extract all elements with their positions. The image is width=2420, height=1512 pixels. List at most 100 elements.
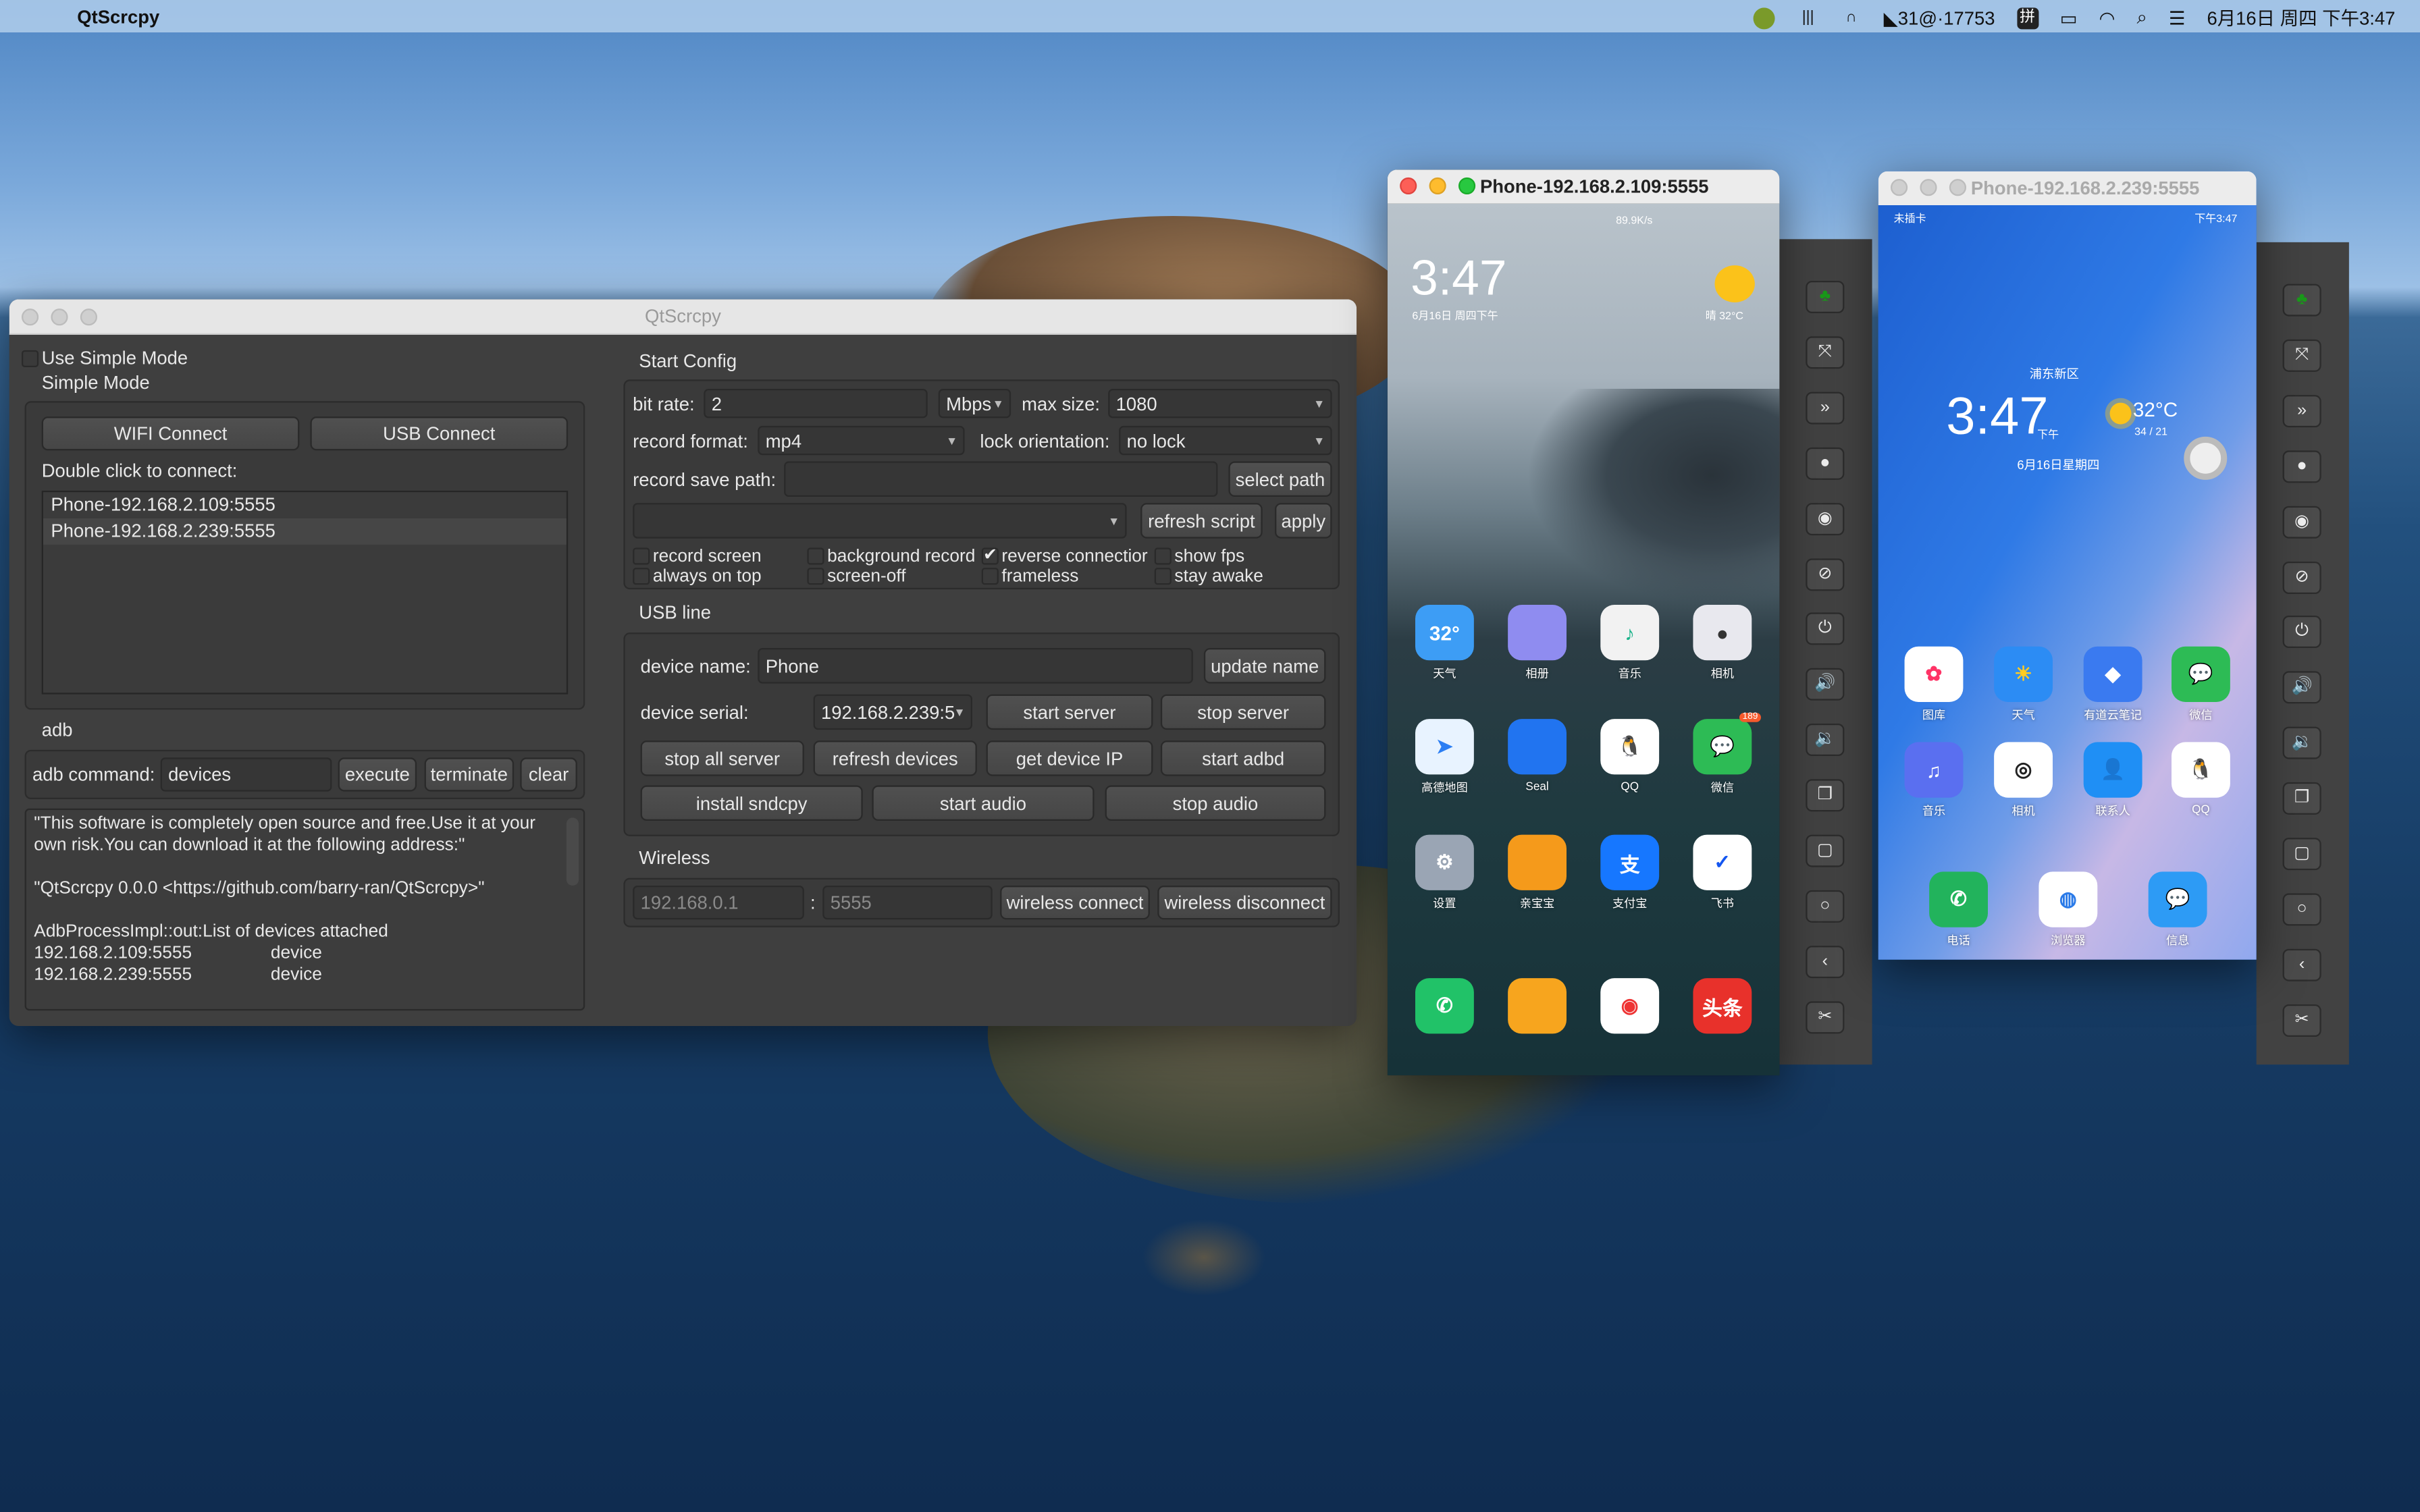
app-icon-相册[interactable]: 相册 <box>1508 604 1567 682</box>
app-icon-音乐[interactable]: ♪ 音乐 <box>1600 604 1660 682</box>
option-checkbox[interactable] <box>633 568 650 585</box>
wireless-port-input[interactable]: 5555 <box>822 885 993 920</box>
screenshot-button[interactable]: ✂ <box>1806 1000 1845 1033</box>
app-icon-支付宝[interactable]: 支支付宝 <box>1600 834 1660 912</box>
app-icon-天气[interactable]: 32° 天气 <box>1415 604 1474 682</box>
start-audio-button[interactable]: start audio <box>872 785 1095 821</box>
record-format-select[interactable]: mp4 <box>758 425 965 456</box>
wireless-disconnect-button[interactable]: wireless disconnect <box>1157 885 1332 920</box>
menubar-app-name[interactable]: QtScrcpy <box>77 6 159 28</box>
lock-orientation-select[interactable]: no lock <box>1119 425 1332 456</box>
stop-all-server-button[interactable]: stop all server <box>640 740 804 776</box>
log-scrollbar[interactable] <box>566 817 579 886</box>
spotlight-search-icon[interactable]: ⌕ <box>2136 6 2147 29</box>
phone1-titlebar[interactable]: Phone-192.168.2.109:5555 <box>1387 169 1780 204</box>
option-checkbox[interactable] <box>981 568 999 585</box>
android-icon[interactable] <box>1754 7 1776 29</box>
app-icon-天气[interactable]: ☀ 天气 <box>1994 646 2053 724</box>
get-device-ip-button[interactable]: get device IP <box>986 740 1153 776</box>
option-checkbox[interactable] <box>807 568 824 585</box>
record-save-path-input[interactable] <box>784 461 1218 497</box>
home-button[interactable]: ○ <box>2282 893 2321 926</box>
headphones-icon[interactable]: ∩ <box>1841 7 1862 28</box>
app-icon-微信[interactable]: 💬 微信 <box>2171 646 2230 724</box>
wireless-ip-input[interactable]: 192.168.0.1 <box>633 885 804 920</box>
zoom-button[interactable] <box>1458 177 1476 194</box>
terminate-button[interactable]: terminate <box>424 757 515 792</box>
app-icon-QQ[interactable]: 🐧 QQ <box>2171 742 2230 816</box>
keymap-button[interactable]: ♣ <box>1806 280 1845 313</box>
expand-notification-button[interactable]: » <box>1806 392 1845 425</box>
bit-rate-input[interactable]: 2 <box>704 388 928 418</box>
tray-network-text[interactable]: ◣31@·17753 <box>1884 7 1995 28</box>
audio-bars-icon[interactable]: ||| <box>1797 7 1819 28</box>
app-switch-button[interactable]: ❐ <box>2282 782 2321 815</box>
screenshot-button[interactable]: ✂ <box>2282 1004 2321 1037</box>
app-icon-音乐[interactable]: ♫ 音乐 <box>1904 742 1964 819</box>
menubar-clock[interactable]: 6月16日 周四 下午3:47 <box>2207 5 2395 31</box>
app-icon-电话[interactable]: ✆ 电话 <box>1929 871 1988 948</box>
phone2-screen[interactable]: 未插卡 下午3:47 浦东新区 3:47 下午 32°C 34 / 21 6月1… <box>1878 205 2257 960</box>
phone2-titlebar[interactable]: Phone-192.168.2.239:5555 <box>1878 171 2257 205</box>
start-server-button[interactable]: start server <box>986 694 1153 730</box>
app-icon-浏览器[interactable]: ◍ 浏览器 <box>2038 871 2098 948</box>
app-icon-Seal[interactable]: Seal <box>1508 719 1567 793</box>
adb-command-input[interactable]: devices <box>160 757 332 792</box>
app-icon-相机[interactable]: ● 相机 <box>1693 604 1752 682</box>
stop-audio-button[interactable]: stop audio <box>1105 785 1326 821</box>
keymap-button[interactable]: ♣ <box>2282 284 2321 317</box>
script-select[interactable] <box>633 503 1127 539</box>
execute-button[interactable]: execute <box>338 757 417 792</box>
app-icon-信息[interactable]: 💬 信息 <box>2148 871 2207 948</box>
stop-server-button[interactable]: stop server <box>1160 694 1326 730</box>
app-icon-dock-1[interactable] <box>1508 978 1567 1034</box>
use-simple-mode-checkbox[interactable] <box>21 350 39 367</box>
device-list[interactable]: Phone-192.168.2.109:5555 Phone-192.168.2… <box>41 490 569 695</box>
usb-connect-button[interactable]: USB Connect <box>310 416 569 451</box>
screen-off-button[interactable]: ⊘ <box>2282 560 2321 593</box>
screen-off-button[interactable]: ⊘ <box>1806 558 1845 591</box>
minimize-button[interactable] <box>1429 177 1446 194</box>
app-icon-dock-3[interactable]: 头条 <box>1693 978 1752 1034</box>
close-button[interactable] <box>1400 177 1417 194</box>
device-list-item[interactable]: Phone-192.168.2.109:5555 <box>43 492 567 518</box>
device-serial-select[interactable]: 192.168.2.239:5 <box>813 694 972 730</box>
minimize-button[interactable] <box>1920 179 1937 196</box>
refresh-script-button[interactable]: refresh script <box>1140 503 1263 539</box>
volume-down-button[interactable]: 🔉 <box>2282 726 2321 759</box>
screen-on-button[interactable]: ◉ <box>2282 505 2321 538</box>
device-name-input[interactable]: Phone <box>758 647 1193 684</box>
close-button[interactable] <box>21 308 39 326</box>
volume-up-button[interactable]: 🔊 <box>2282 671 2321 704</box>
option-checkbox[interactable] <box>807 547 824 565</box>
adb-output-log[interactable]: "This software is completely open source… <box>24 808 585 1011</box>
screen-record-button[interactable]: ● <box>1806 447 1845 480</box>
battery-icon[interactable]: ▭ <box>2060 7 2078 28</box>
power-button[interactable]: ⏻ <box>1806 613 1845 646</box>
app-icon-亲宝宝[interactable]: 亲宝宝 <box>1508 834 1567 912</box>
app-icon-高德地图[interactable]: ➤ 高德地图 <box>1415 719 1474 796</box>
app-icon-相机[interactable]: ◎ 相机 <box>1994 742 2053 819</box>
app-icon-联系人[interactable]: 👤 联系人 <box>2083 742 2142 819</box>
device-list-item[interactable]: Phone-192.168.2.239:5555 <box>43 518 567 545</box>
app-icon-飞书[interactable]: ✓ 飞书 <box>1693 834 1752 912</box>
start-adbd-button[interactable]: start adbd <box>1160 740 1326 776</box>
minimize-button[interactable] <box>51 308 68 326</box>
window-titlebar[interactable]: QtScrcpy <box>9 299 1357 335</box>
volume-down-button[interactable]: 🔉 <box>1806 724 1845 757</box>
zoom-button[interactable] <box>80 308 97 326</box>
option-checkbox[interactable] <box>1154 568 1172 585</box>
clear-button[interactable]: clear <box>520 757 577 792</box>
volume-up-button[interactable]: 🔊 <box>1806 668 1845 701</box>
option-checkbox[interactable] <box>633 547 650 565</box>
option-checkbox[interactable] <box>1154 547 1172 565</box>
screen-on-button[interactable]: ◉ <box>1806 502 1845 535</box>
update-name-button[interactable]: update name <box>1203 647 1326 684</box>
max-size-select[interactable]: 1080 <box>1108 388 1332 418</box>
screen-record-button[interactable]: ● <box>2282 450 2321 483</box>
control-center-icon[interactable]: ☰ <box>2169 7 2186 28</box>
app-switch-button[interactable]: ❐ <box>1806 779 1845 812</box>
app-icon-图库[interactable]: ✿ 图库 <box>1904 646 1964 724</box>
refresh-devices-button[interactable]: refresh devices <box>813 740 977 776</box>
floating-assist-ball[interactable] <box>2184 436 2228 480</box>
